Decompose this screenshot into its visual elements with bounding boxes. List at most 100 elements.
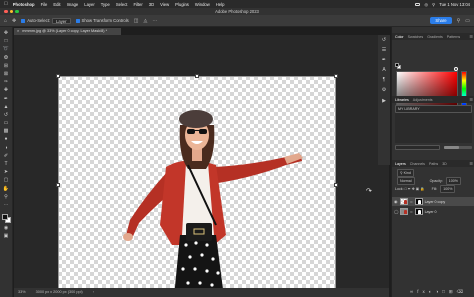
menu-help[interactable]: Help [216, 2, 225, 7]
menu-edit[interactable]: Edit [53, 2, 60, 7]
tab-layers[interactable]: Layers [395, 162, 406, 166]
menu-image[interactable]: Image [67, 2, 79, 7]
layer-name[interactable]: Layer 0 copy [425, 200, 446, 204]
brushes-panel-icon[interactable]: ✒ [381, 58, 387, 64]
tab-paths[interactable]: Paths [429, 162, 438, 166]
menu-clock[interactable]: Tue 1 Nov 13:04 [439, 2, 470, 7]
brush-icon[interactable]: ✒ [3, 96, 10, 103]
transform-handle-top-right[interactable] [334, 74, 338, 78]
healing-icon[interactable]: ✚ [3, 88, 10, 94]
panel-menu-icon[interactable]: ☰ [469, 97, 473, 102]
glyphs-panel-icon[interactable]: ⚙ [381, 88, 387, 94]
menu-3d[interactable]: 3D [149, 2, 154, 7]
visibility-eye-icon[interactable]: ◯ [394, 209, 398, 214]
clone-stamp-icon[interactable]: ▲ [3, 104, 10, 111]
tab-channels[interactable]: Channels [410, 162, 425, 166]
transform-handle-top-left[interactable] [56, 74, 60, 78]
menu-layer[interactable]: Layer [84, 2, 94, 7]
fill-value[interactable]: 100% [440, 185, 456, 193]
layer-row-layer-0[interactable]: ◯ ∞ Layer 0 [392, 207, 474, 216]
eyedropper-icon[interactable]: ✑ [3, 80, 10, 86]
crop-icon[interactable]: ⊞ [3, 63, 10, 70]
apple-icon[interactable]:  [4, 1, 8, 7]
wifi-icon[interactable]: ◎ [424, 2, 428, 7]
transform-handle-middle-right[interactable] [334, 183, 338, 187]
library-search-row[interactable] [395, 145, 472, 151]
menu-view[interactable]: View [160, 2, 169, 7]
blend-mode-dropdown[interactable]: Normal [397, 177, 415, 185]
move-tool-preset-icon[interactable]: ✥ [12, 18, 16, 24]
delete-layer-icon[interactable]: ⌫ [457, 289, 467, 294]
auto-select-checkbox[interactable] [21, 18, 26, 23]
opacity-value[interactable]: 100% [445, 177, 461, 185]
menu-select[interactable]: Select [116, 2, 128, 7]
rectangle-icon[interactable]: ▢ [3, 178, 10, 184]
history-brush-icon[interactable]: ↺ [3, 112, 10, 119]
layer-name[interactable]: Layer 0 [425, 210, 437, 214]
screen-mode-icon[interactable]: ▣ [3, 233, 10, 240]
lasso-icon[interactable]: ➰ [3, 47, 10, 53]
new-group-icon[interactable]: □ [442, 289, 449, 294]
show-transform-checkbox[interactable] [75, 18, 80, 23]
auto-select-dropdown[interactable]: Layer [52, 17, 71, 24]
gradient-icon[interactable]: ▩ [3, 129, 10, 135]
blur-icon[interactable]: ● [3, 137, 10, 143]
tab-adjustments[interactable]: Adjustments [413, 98, 433, 102]
tab-libraries[interactable]: Libraries [395, 98, 409, 102]
eraser-icon[interactable]: ▭ [3, 120, 10, 127]
fx-icon[interactable]: fx [417, 289, 429, 294]
menu-file[interactable]: File [41, 2, 48, 7]
zoom-level[interactable]: 33% [18, 288, 26, 297]
search-icon[interactable]: ⚲ [457, 18, 461, 24]
properties-panel-icon[interactable]: ☰ [381, 47, 387, 54]
move-icon[interactable]: ✥ [3, 30, 10, 37]
workspace-icon[interactable]: ▭ [465, 18, 470, 24]
search-icon[interactable]: ⚲ [432, 2, 435, 7]
library-selector[interactable]: MY LIBRARY [395, 105, 472, 113]
share-button[interactable]: Share [430, 17, 452, 24]
color-swatches[interactable] [1, 214, 11, 224]
color-panel-foreground[interactable] [395, 63, 399, 67]
minimize-window-button[interactable] [9, 9, 13, 14]
battery-icon[interactable] [415, 2, 421, 6]
menu-app-photoshop[interactable]: Photoshop [13, 2, 35, 7]
color-picker-marker[interactable] [454, 67, 458, 71]
visibility-eye-icon[interactable]: ◉ [394, 199, 398, 204]
lock-icons[interactable]: □ ✒ ✥ ▣ 🔒 [405, 187, 425, 191]
kind-filter-dropdown[interactable]: ⚲ Kind [397, 169, 414, 177]
layer-mask-thumbnail[interactable] [414, 198, 423, 205]
tab-3d[interactable]: 3D [442, 162, 447, 166]
align-left-icon[interactable]: ◫ [134, 18, 139, 24]
home-icon[interactable]: ⌂ [4, 18, 7, 24]
show-transform-option[interactable]: Show Transform Controls [75, 18, 129, 23]
menu-filter[interactable]: Filter [133, 2, 142, 7]
hand-icon[interactable]: ✋ [3, 186, 10, 193]
auto-select-option[interactable]: Auto-Select: Layer [21, 17, 71, 24]
layer-row-layer-0-copy[interactable]: ◉ ∞ Layer 0 copy [392, 197, 474, 206]
more-tools-icon[interactable]: ⋯ [3, 202, 10, 209]
path-select-icon[interactable]: ➤ [3, 170, 10, 176]
library-thumbnail-size-slider[interactable] [444, 146, 472, 149]
quick-mask-icon[interactable]: ◉ [3, 225, 10, 232]
frame-icon[interactable]: ⊠ [3, 71, 10, 78]
actions-panel-icon[interactable]: ▶ [381, 98, 387, 105]
tab-gradients[interactable]: Gradients [427, 35, 443, 39]
tab-swatches[interactable]: Swatches [408, 35, 424, 39]
document-tab[interactable]: × mmmm.jpg @ 33% (Layer 0 copy, Layer Ma… [14, 28, 121, 35]
tab-color[interactable]: Color [395, 35, 404, 39]
status-chevron-icon[interactable]: › [93, 288, 94, 297]
marquee-icon[interactable]: □ [3, 39, 10, 45]
history-panel-icon[interactable]: ↺ [381, 37, 387, 44]
zoom-window-button[interactable] [15, 9, 19, 14]
mask-link-icon[interactable]: ∞ [410, 210, 413, 214]
library-dropdown[interactable]: MY LIBRARY [395, 105, 472, 113]
transform-handle-top-center[interactable] [195, 74, 199, 78]
document-size-info[interactable]: 3000 px x 2000 px (300 ppi) [36, 288, 83, 297]
close-tab-icon[interactable]: × [17, 29, 19, 33]
panel-menu-icon[interactable]: ☰ [469, 161, 473, 166]
library-search-input[interactable] [395, 145, 440, 150]
pen-icon[interactable]: ✐ [3, 153, 10, 160]
menu-window[interactable]: Window [195, 2, 210, 7]
type-icon[interactable]: T [3, 161, 10, 168]
zoom-icon[interactable]: ⚲ [3, 194, 10, 201]
